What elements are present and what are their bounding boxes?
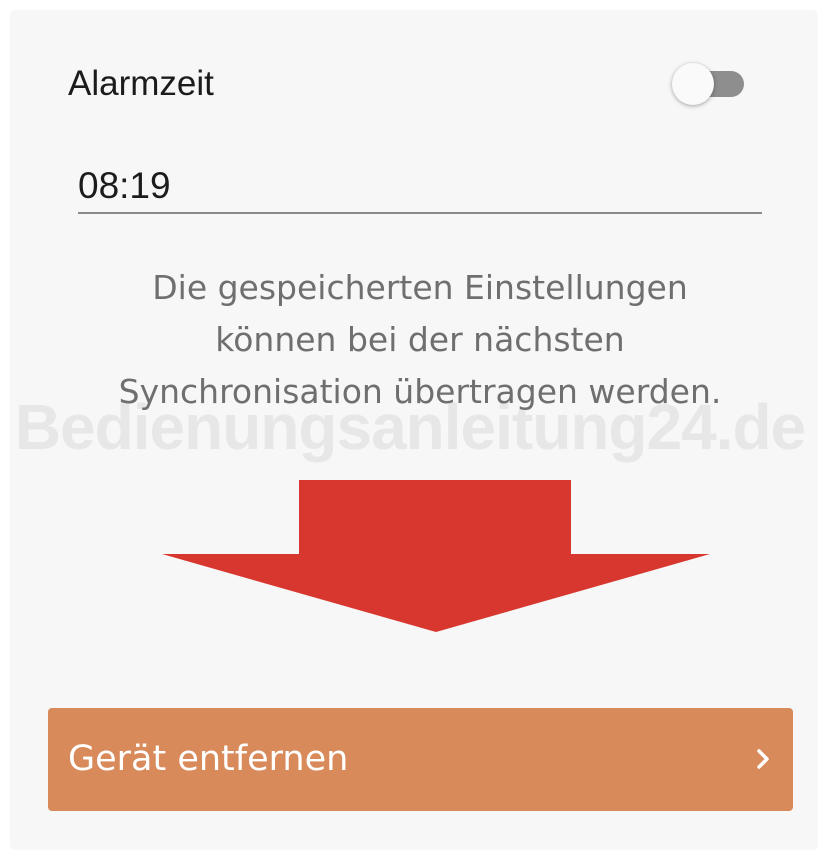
remove-device-button[interactable]: Gerät entfernen [48,708,793,811]
toggle-thumb [672,63,714,105]
watermark: Bedienungsanleitung24.de [14,391,806,463]
alarm-time-value: 08:19 [78,165,171,206]
arrow-down-icon [162,480,710,632]
alarm-time-label: Alarmzeit [68,64,214,103]
arrow-shape [162,480,710,632]
remove-device-label: Gerät entfernen [68,739,349,779]
chevron-right-icon [757,749,769,769]
alarm-time-input[interactable]: 08:19 [78,160,762,214]
sync-info-line: Die gespeicherten Einstellungen [152,268,688,307]
alarm-toggle[interactable] [670,62,750,106]
sync-info-line: können bei der nächsten [215,320,625,359]
